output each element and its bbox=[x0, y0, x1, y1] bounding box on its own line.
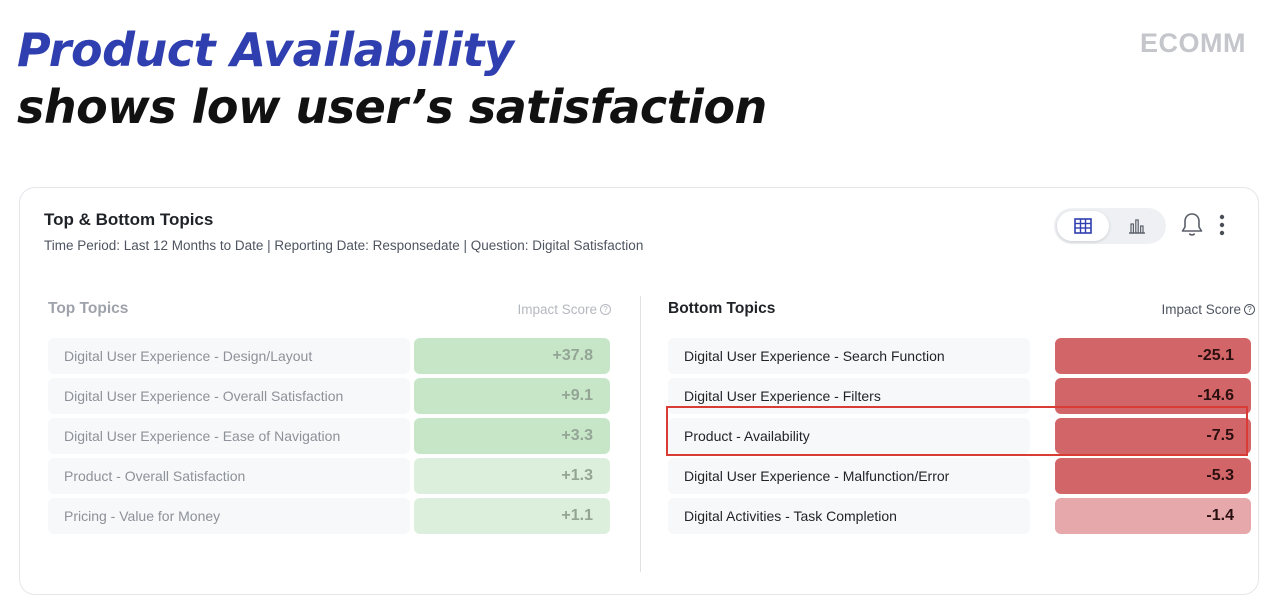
impact-score-value: +1.1 bbox=[414, 498, 610, 534]
topic-label: Digital User Experience - Overall Satisf… bbox=[48, 378, 410, 414]
bell-icon[interactable] bbox=[1180, 212, 1204, 238]
top-topic-row[interactable]: Digital User Experience - Overall Satisf… bbox=[48, 378, 613, 414]
topic-label: Digital User Experience - Ease of Naviga… bbox=[48, 418, 410, 454]
bottom-topics-title: Bottom Topics bbox=[668, 300, 776, 317]
top-topics-title: Top Topics bbox=[48, 300, 129, 317]
impact-score-value: -25.1 bbox=[1055, 338, 1251, 374]
chart-view-button[interactable] bbox=[1111, 211, 1163, 241]
headline-line-2: shows low user’s satisfaction bbox=[17, 80, 767, 134]
top-topics-panel: Top Topics Impact Score ? Digital User E… bbox=[48, 298, 613, 534]
card-title: Top & Bottom Topics bbox=[44, 210, 214, 229]
highlight-annotation-box bbox=[666, 406, 1248, 456]
top-topic-row[interactable]: Digital User Experience - Design/Layout … bbox=[48, 338, 613, 374]
bottom-topic-row[interactable]: Digital User Experience - Search Functio… bbox=[668, 338, 1251, 374]
bottom-topics-panel: Bottom Topics Impact Score ? Digital Use… bbox=[668, 298, 1255, 534]
bar-chart-icon bbox=[1129, 219, 1145, 234]
topic-label: Digital User Experience - Design/Layout bbox=[48, 338, 410, 374]
impact-score-value: +37.8 bbox=[414, 338, 610, 374]
topic-label: Digital User Experience - Malfunction/Er… bbox=[668, 458, 1030, 494]
brand-label: ECOMM bbox=[1140, 28, 1246, 58]
bottom-impact-score-header: Impact Score ? bbox=[1161, 302, 1255, 317]
help-icon[interactable]: ? bbox=[600, 304, 611, 315]
topic-label: Pricing - Value for Money bbox=[48, 498, 410, 534]
impact-score-value: -5.3 bbox=[1055, 458, 1251, 494]
help-icon[interactable]: ? bbox=[1244, 304, 1255, 315]
top-topic-row[interactable]: Product - Overall Satisfaction +1.3 bbox=[48, 458, 613, 494]
impact-score-value: +9.1 bbox=[414, 378, 610, 414]
impact-score-value: -1.4 bbox=[1055, 498, 1251, 534]
topic-label: Product - Overall Satisfaction bbox=[48, 458, 410, 494]
headline-line-1: Product Availability bbox=[17, 23, 514, 77]
top-bottom-topics-card: Top & Bottom Topics Time Period: Last 12… bbox=[19, 187, 1259, 595]
top-impact-score-header: Impact Score ? bbox=[517, 302, 611, 317]
impact-score-label: Impact Score bbox=[517, 302, 597, 317]
bottom-topic-row[interactable]: Digital Activities - Task Completion -1.… bbox=[668, 498, 1251, 534]
topic-label: Digital User Experience - Search Functio… bbox=[668, 338, 1030, 374]
impact-score-value: +1.3 bbox=[414, 458, 610, 494]
kebab-menu-icon[interactable] bbox=[1214, 212, 1230, 238]
top-topic-row[interactable]: Digital User Experience - Ease of Naviga… bbox=[48, 418, 613, 454]
card-subtitle: Time Period: Last 12 Months to Date | Re… bbox=[44, 238, 644, 253]
table-grid-icon bbox=[1074, 218, 1092, 234]
topic-label: Digital Activities - Task Completion bbox=[668, 498, 1030, 534]
top-topic-row[interactable]: Pricing - Value for Money +1.1 bbox=[48, 498, 613, 534]
impact-score-value: +3.3 bbox=[414, 418, 610, 454]
view-toggle bbox=[1054, 208, 1166, 244]
impact-score-label: Impact Score bbox=[1161, 302, 1241, 317]
panel-divider bbox=[640, 296, 641, 572]
headline: Product Availability shows low user’s sa… bbox=[17, 22, 767, 136]
bottom-topic-row[interactable]: Digital User Experience - Malfunction/Er… bbox=[668, 458, 1251, 494]
table-view-button[interactable] bbox=[1057, 211, 1109, 241]
